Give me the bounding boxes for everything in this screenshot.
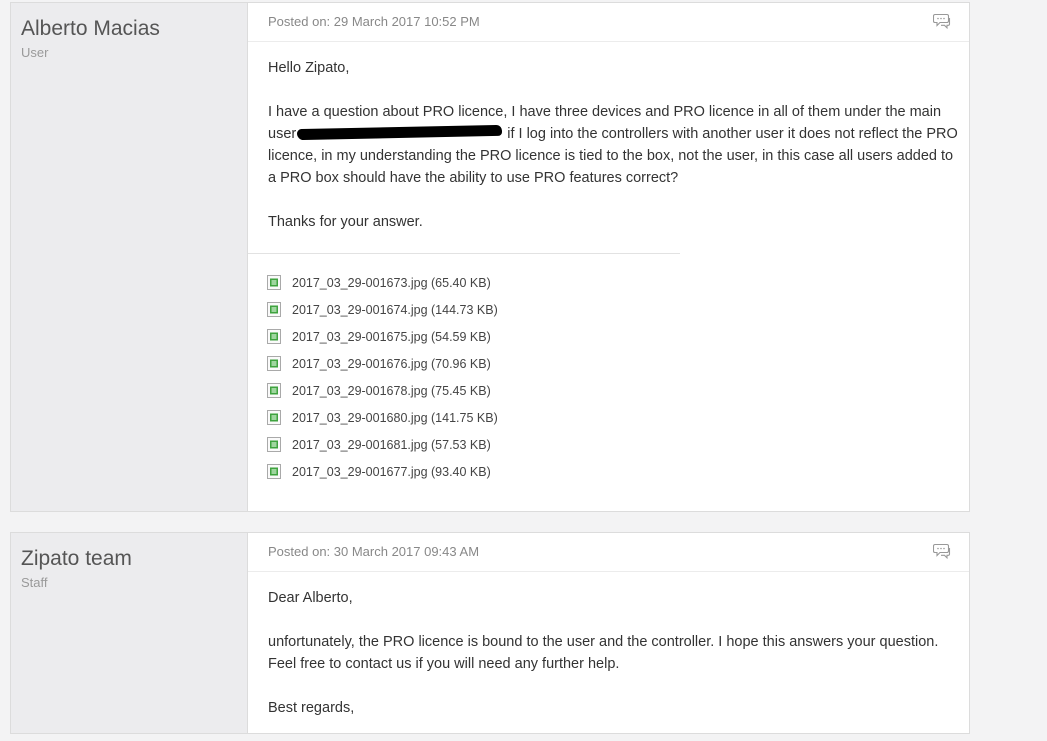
post-header: Posted on: 30 March 2017 09:43 AM — [248, 533, 969, 572]
image-file-icon — [267, 356, 281, 371]
post-message: Dear Alberto, unfortunately, the PRO lic… — [268, 587, 961, 741]
author-name[interactable]: Alberto Macias — [21, 17, 160, 41]
image-file-icon — [267, 410, 281, 425]
message-greeting: Dear Alberto, — [268, 590, 353, 606]
attachment-item: 2017_03_29-001673.jpg (65.40 KB) — [267, 269, 498, 296]
message-greeting: Hello Zipato, — [268, 60, 350, 76]
speech-bubble-icon[interactable] — [933, 543, 951, 559]
post-header: Posted on: 29 March 2017 10:52 PM — [248, 3, 969, 42]
author-name[interactable]: Zipato team — [21, 547, 132, 571]
message-closing: Thanks for your answer. — [268, 214, 423, 230]
attachment-link[interactable]: 2017_03_29-001675.jpg (54.59 KB) — [292, 330, 491, 344]
post-message: Hello Zipato, I have a question about PR… — [268, 57, 961, 255]
image-file-icon — [267, 275, 281, 290]
attachments-divider — [248, 253, 680, 254]
author-role: Staff — [21, 575, 48, 590]
redacted-email — [297, 124, 503, 141]
message-body: unfortunately, the PRO licence is bound … — [268, 634, 939, 672]
attachment-link[interactable]: 2017_03_29-001674.jpg (144.73 KB) — [292, 303, 498, 317]
attachment-link[interactable]: 2017_03_29-001680.jpg (141.75 KB) — [292, 411, 498, 425]
post: Zipato team Staff Posted on: 30 March 20… — [10, 532, 970, 734]
post-timestamp: Posted on: 30 March 2017 09:43 AM — [268, 544, 480, 559]
image-file-icon — [267, 383, 281, 398]
attachment-link[interactable]: 2017_03_29-001677.jpg (93.40 KB) — [292, 465, 491, 479]
speech-bubble-icon[interactable] — [933, 13, 951, 29]
image-file-icon — [267, 329, 281, 344]
message-closing: Best regards, — [268, 700, 355, 716]
post: Alberto Macias User Posted on: 29 March … — [10, 2, 970, 512]
image-file-icon — [267, 464, 281, 479]
attachment-item: 2017_03_29-001680.jpg (141.75 KB) — [267, 404, 498, 431]
attachment-item: 2017_03_29-001677.jpg (93.40 KB) — [267, 458, 498, 485]
author-panel: Zipato team Staff — [11, 533, 248, 733]
attachment-link[interactable]: 2017_03_29-001678.jpg (75.45 KB) — [292, 384, 491, 398]
attachment-item: 2017_03_29-001675.jpg (54.59 KB) — [267, 323, 498, 350]
attachment-item: 2017_03_29-001678.jpg (75.45 KB) — [267, 377, 498, 404]
attachment-item: 2017_03_29-001676.jpg (70.96 KB) — [267, 350, 498, 377]
attachment-link[interactable]: 2017_03_29-001681.jpg (57.53 KB) — [292, 438, 491, 452]
author-role: User — [21, 45, 49, 60]
message-body: I have a question about PRO licence, I h… — [268, 101, 961, 189]
post-timestamp: Posted on: 29 March 2017 10:52 PM — [268, 14, 480, 29]
image-file-icon — [267, 437, 281, 452]
attachment-list: 2017_03_29-001673.jpg (65.40 KB) 2017_03… — [267, 269, 498, 485]
attachment-item: 2017_03_29-001674.jpg (144.73 KB) — [267, 296, 498, 323]
author-panel: Alberto Macias User — [11, 3, 248, 511]
post-body: Posted on: 30 March 2017 09:43 AM Dear A… — [248, 533, 969, 733]
attachment-link[interactable]: 2017_03_29-001676.jpg (70.96 KB) — [292, 357, 491, 371]
post-body: Posted on: 29 March 2017 10:52 PM Hello … — [248, 3, 969, 511]
image-file-icon — [267, 302, 281, 317]
attachment-item: 2017_03_29-001681.jpg (57.53 KB) — [267, 431, 498, 458]
attachment-link[interactable]: 2017_03_29-001673.jpg (65.40 KB) — [292, 276, 491, 290]
